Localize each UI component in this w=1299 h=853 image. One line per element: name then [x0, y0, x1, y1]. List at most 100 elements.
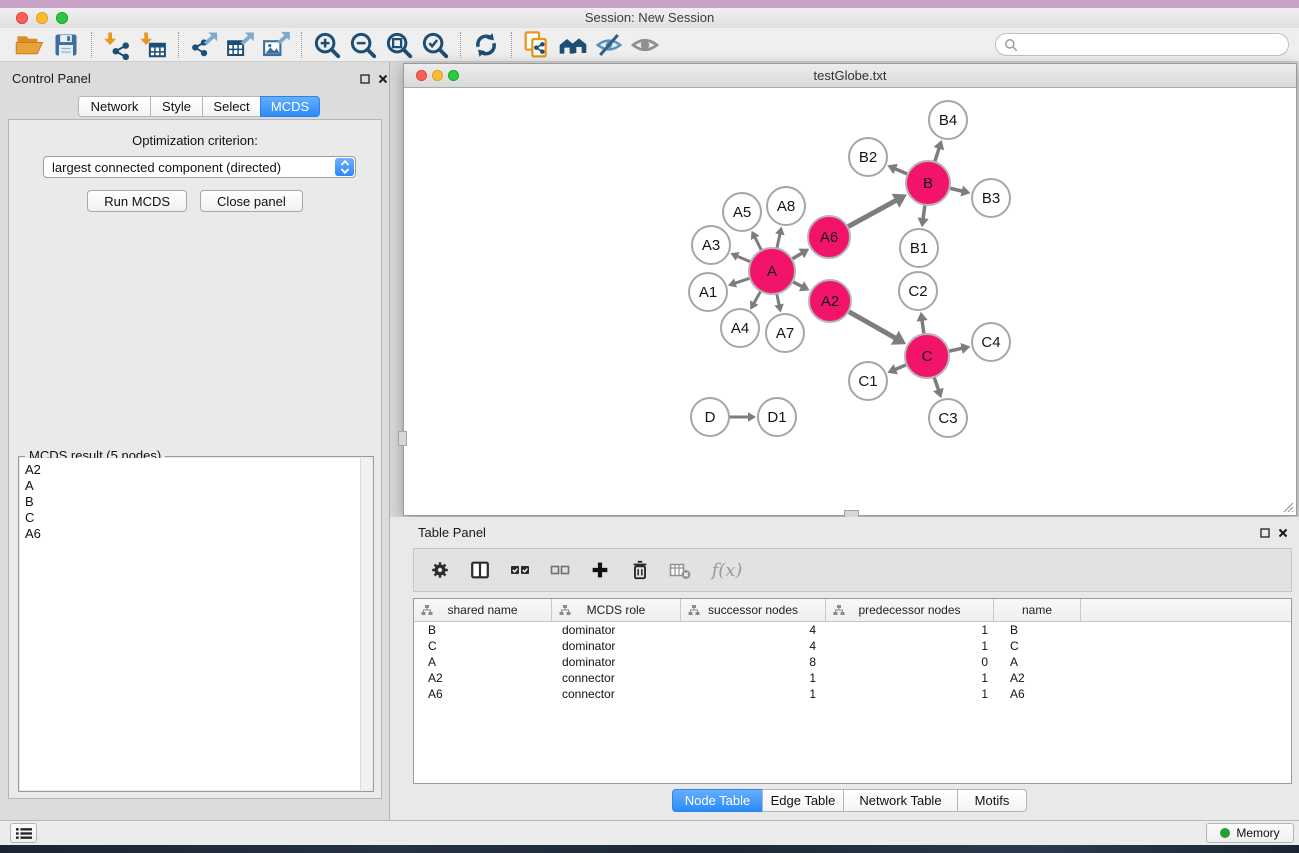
- cell-predecessor-nodes[interactable]: 1: [826, 639, 994, 653]
- show-graphics-details-button[interactable]: [627, 30, 663, 60]
- close-panel-button[interactable]: Close panel: [200, 190, 303, 212]
- import-network-button[interactable]: [99, 30, 135, 60]
- float-panel-icon[interactable]: [359, 73, 371, 85]
- close-network-window-button[interactable]: [416, 70, 427, 81]
- add-column-button[interactable]: [588, 557, 612, 583]
- edge-B-B3[interactable]: [948, 188, 962, 191]
- apply-function-button[interactable]: f(x): [708, 557, 746, 583]
- table-settings-button[interactable]: [428, 557, 452, 583]
- cell-name[interactable]: A6: [994, 687, 1081, 701]
- table-row[interactable]: Bdominator41B: [414, 622, 1291, 638]
- delete-table-button[interactable]: [668, 557, 692, 583]
- close-window-button[interactable]: [16, 12, 28, 24]
- tab-motifs[interactable]: Motifs: [957, 789, 1027, 812]
- zoom-in-button[interactable]: [309, 30, 345, 60]
- minimize-network-window-button[interactable]: [432, 70, 443, 81]
- edge-A2-C[interactable]: [847, 311, 895, 338]
- show-all-windows-button[interactable]: [555, 30, 591, 60]
- close-table-panel-icon[interactable]: [1277, 527, 1289, 539]
- column-header-shared-name[interactable]: shared name: [414, 599, 552, 621]
- import-table-button[interactable]: [135, 30, 171, 60]
- zoom-selected-button[interactable]: [417, 30, 453, 60]
- zoom-fit-button[interactable]: [381, 30, 417, 60]
- column-header-successor-nodes[interactable]: successor nodes: [681, 599, 826, 621]
- network-canvas[interactable]: AA1A2A3A4A5A6A7A8BB1B2B3B4CC1C2C3C4DD1: [404, 88, 1296, 515]
- tab-select[interactable]: Select: [202, 96, 261, 117]
- table-row[interactable]: Cdominator41C: [414, 638, 1291, 654]
- result-item[interactable]: B: [20, 494, 372, 510]
- edge-C-C1[interactable]: [895, 364, 908, 369]
- edge-A-A8[interactable]: [777, 233, 780, 249]
- table-row[interactable]: Adominator80A: [414, 654, 1291, 670]
- cell-MCDS-role[interactable]: dominator: [552, 639, 681, 653]
- cell-successor-nodes[interactable]: 1: [681, 671, 826, 685]
- cell-successor-nodes[interactable]: 4: [681, 623, 826, 637]
- tab-edge-table[interactable]: Edge Table: [762, 789, 844, 812]
- run-mcds-button[interactable]: Run MCDS: [87, 190, 187, 212]
- cell-shared-name[interactable]: C: [414, 639, 552, 653]
- cell-name[interactable]: B: [994, 623, 1081, 637]
- left-splitter-handle[interactable]: [398, 431, 407, 446]
- edge-C-C4[interactable]: [948, 348, 963, 351]
- result-item[interactable]: C: [20, 510, 372, 526]
- cell-name[interactable]: C: [994, 639, 1081, 653]
- cell-successor-nodes[interactable]: 4: [681, 639, 826, 653]
- cell-successor-nodes[interactable]: 1: [681, 687, 826, 701]
- edge-C-C2[interactable]: [922, 320, 924, 335]
- cell-predecessor-nodes[interactable]: 0: [826, 655, 994, 669]
- criterion-dropdown[interactable]: largest connected component (directed): [43, 156, 356, 178]
- resize-grip-icon[interactable]: [1280, 499, 1294, 513]
- edge-B-B2[interactable]: [895, 169, 909, 175]
- tab-style[interactable]: Style: [150, 96, 203, 117]
- cell-name[interactable]: A2: [994, 671, 1081, 685]
- edge-B-B4[interactable]: [934, 148, 939, 163]
- minimize-window-button[interactable]: [36, 12, 48, 24]
- result-item[interactable]: A: [20, 478, 372, 494]
- network-window-titlebar[interactable]: testGlobe.txt: [404, 64, 1296, 88]
- cell-shared-name[interactable]: A: [414, 655, 552, 669]
- column-header-predecessor-nodes[interactable]: predecessor nodes: [826, 599, 994, 621]
- open-session-button[interactable]: [12, 30, 48, 60]
- cell-successor-nodes[interactable]: 8: [681, 655, 826, 669]
- memory-button[interactable]: Memory: [1206, 823, 1294, 843]
- edge-A6-B[interactable]: [847, 200, 897, 227]
- tab-network[interactable]: Network: [78, 96, 151, 117]
- float-table-panel-icon[interactable]: [1259, 527, 1271, 539]
- tab-mcds[interactable]: MCDS: [260, 96, 320, 117]
- column-header-MCDS-role[interactable]: MCDS role: [552, 599, 681, 621]
- cell-MCDS-role[interactable]: connector: [552, 687, 681, 701]
- table-row[interactable]: A2connector11A2: [414, 670, 1291, 686]
- select-all-button[interactable]: [508, 557, 532, 583]
- edge-A-A5[interactable]: [755, 237, 762, 251]
- export-network-button[interactable]: [186, 30, 222, 60]
- edge-B-B1[interactable]: [923, 204, 925, 219]
- cell-shared-name[interactable]: A6: [414, 687, 552, 701]
- export-image-button[interactable]: [258, 30, 294, 60]
- cell-name[interactable]: A: [994, 655, 1081, 669]
- maximize-window-button[interactable]: [56, 12, 68, 24]
- show-columns-button[interactable]: [468, 557, 492, 583]
- table-row[interactable]: A6connector11A6: [414, 686, 1291, 702]
- tab-network-table[interactable]: Network Table: [843, 789, 958, 812]
- edge-A-A1[interactable]: [735, 278, 751, 283]
- duplicate-network-button[interactable]: [519, 30, 555, 60]
- close-panel-icon[interactable]: [377, 73, 389, 85]
- maximize-network-window-button[interactable]: [448, 70, 459, 81]
- cell-predecessor-nodes[interactable]: 1: [826, 687, 994, 701]
- search-input[interactable]: [1018, 35, 1288, 55]
- edge-A-A4[interactable]: [754, 290, 762, 303]
- edge-A-A3[interactable]: [737, 256, 752, 262]
- result-item[interactable]: A6: [20, 526, 372, 542]
- cell-MCDS-role[interactable]: dominator: [552, 623, 681, 637]
- result-scrollbar[interactable]: [360, 458, 372, 790]
- task-history-button[interactable]: [10, 823, 37, 843]
- zoom-out-button[interactable]: [345, 30, 381, 60]
- search-field[interactable]: [995, 33, 1289, 56]
- delete-column-button[interactable]: [628, 557, 652, 583]
- edge-C-C3[interactable]: [934, 376, 939, 391]
- deselect-all-button[interactable]: [548, 557, 572, 583]
- cell-shared-name[interactable]: B: [414, 623, 552, 637]
- result-item[interactable]: A2: [20, 462, 372, 478]
- save-session-button[interactable]: [48, 30, 84, 60]
- cell-shared-name[interactable]: A2: [414, 671, 552, 685]
